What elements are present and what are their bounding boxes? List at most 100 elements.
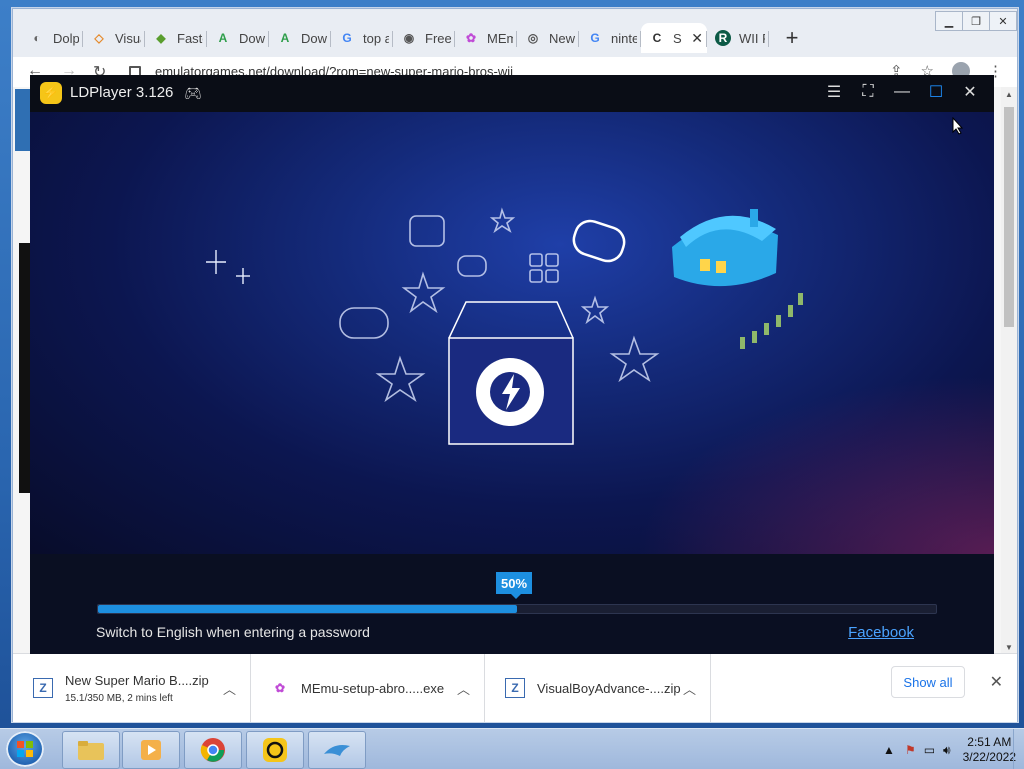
maximize-icon[interactable]: ☐ <box>926 82 946 102</box>
minimize-icon[interactable]: — <box>892 82 912 102</box>
download-name: VisualBoyAdvance-....zip <box>537 680 681 696</box>
star-icon <box>375 355 426 403</box>
restore-icon[interactable]: ❐ <box>962 11 990 31</box>
taskbar-explorer[interactable] <box>62 731 120 769</box>
download-item[interactable]: ✿ MEmu-setup-abro.....exe ︿ <box>251 654 485 722</box>
chevron-up-icon[interactable]: ︿ <box>223 679 236 698</box>
google-icon: G <box>342 31 352 45</box>
close-download-bar-icon[interactable]: ✕ <box>990 672 1003 692</box>
download-info: New Super Mario B....zip 15.1/350 MB, 2 … <box>65 673 209 704</box>
close-icon[interactable]: ✕ <box>960 82 980 102</box>
network-icon[interactable]: ▭ <box>924 743 935 757</box>
download-item[interactable]: Z New Super Mario B....zip 15.1/350 MB, … <box>13 654 251 722</box>
gamepad-small-icon <box>457 255 487 277</box>
scroll-up-icon[interactable]: ▲ <box>1005 90 1013 99</box>
star-icon <box>609 335 660 383</box>
close-tab-icon[interactable]: ✕ <box>691 30 703 47</box>
download-name: New Super Mario B....zip <box>65 672 209 688</box>
download-item[interactable]: Z VisualBoyAdvance-....zip ︿ <box>485 654 711 722</box>
tab-free[interactable]: ◉ Free <box>393 23 455 53</box>
taskbar: ▲ ⚑ ▭ 🔊︎ 2:51 AM 3/22/2022 <box>0 728 1024 769</box>
download-status: 15.1/350 MB, 2 mins left <box>65 692 173 704</box>
tab-new[interactable]: ◎ New <box>517 23 579 53</box>
gamepad-white-icon <box>572 219 626 263</box>
sparkle-icon <box>206 250 250 284</box>
clock[interactable]: 2:51 AM 3/22/2022 <box>963 735 1016 765</box>
mouse-cursor-icon <box>952 117 964 135</box>
ldplayer-controls: ☰ ⛶ — ☐ ✕ <box>824 82 980 102</box>
start-button[interactable] <box>6 731 44 767</box>
globe-icon: ◉ <box>403 31 415 45</box>
window-controls: ▁ ❐ ✕ <box>935 11 1017 31</box>
minimize-icon[interactable]: ▁ <box>935 11 963 31</box>
chevron-up-icon[interactable]: ︿ <box>457 679 470 698</box>
google-icon: G <box>590 31 600 45</box>
tab-dolphin[interactable]: ◐ Dolp <box>21 23 83 53</box>
show-all-button[interactable]: Show all <box>891 666 965 698</box>
progress-percent-badge: 50% <box>496 572 532 599</box>
scroll-down-icon[interactable]: ▼ <box>1005 643 1013 652</box>
password-hint-text: Switch to English when entering a passwo… <box>96 624 370 640</box>
progress-bar-fill <box>98 605 517 613</box>
visualboy-icon: ◇ <box>94 31 104 45</box>
loading-splash <box>30 112 994 554</box>
ldplayer-title: LDPlayer 3.126 <box>70 84 174 101</box>
star-icon <box>580 295 610 325</box>
chrome-icon <box>200 738 225 762</box>
android-icon <box>409 215 445 247</box>
tab-visualboy[interactable]: ◇Visua <box>83 23 145 53</box>
tab-wii[interactable]: RWII R <box>707 23 769 53</box>
action-center-icon[interactable]: ⚑ <box>905 743 916 757</box>
star-icon <box>401 271 446 314</box>
progress-bar <box>97 604 937 614</box>
chrome-icon: ◎ <box>527 31 539 45</box>
dolphin-icon <box>324 745 350 756</box>
tab-google-top[interactable]: Gtop a <box>331 23 393 53</box>
apk-icon: A <box>218 31 228 45</box>
tray-expand-icon[interactable]: ▲ <box>883 743 895 757</box>
apk-icon: A <box>280 31 290 45</box>
close-icon[interactable]: ✕ <box>989 11 1017 31</box>
memu-icon: ✿ <box>465 31 477 45</box>
r-icon: R <box>715 30 731 46</box>
taskbar-ldplayer[interactable] <box>246 731 304 769</box>
gamepad-outline-icon <box>339 307 389 339</box>
ldplayer-box-icon <box>448 301 574 445</box>
zip-file-icon: Z <box>505 678 525 698</box>
ldplayer-icon <box>263 738 287 762</box>
folder-icon <box>78 741 104 760</box>
tab-google-nintendo[interactable]: Gninte <box>579 23 641 53</box>
tab-memu[interactable]: ✿ MEm <box>455 23 517 53</box>
new-tab-button[interactable]: + <box>777 23 807 53</box>
memu-icon: ✿ <box>274 681 286 695</box>
hamburger-menu-icon[interactable]: ☰ <box>824 82 844 102</box>
tab-download-1[interactable]: A Dow <box>207 23 269 53</box>
media-player-icon <box>141 740 161 760</box>
system-tray: ▲ ⚑ ▭ 🔊︎ 2:51 AM 3/22/2022 <box>883 735 1016 765</box>
apps-grid-icon <box>529 253 543 267</box>
taskbar-chrome[interactable] <box>184 731 242 769</box>
ldplayer-window: ⚡ LDPlayer 3.126 🎮︎ ☰ ⛶ — ☐ ✕ 50% Switch… <box>30 75 994 654</box>
tab-active[interactable]: C S ✕ <box>641 23 707 53</box>
taskbar-media-player[interactable] <box>122 731 180 769</box>
gamepad-icon[interactable]: 🎮︎ <box>184 85 202 102</box>
ldplayer-logo-icon: ⚡ <box>40 82 62 104</box>
scroll-thumb[interactable] <box>1004 107 1014 327</box>
download-name: MEmu-setup-abro.....exe <box>301 680 445 696</box>
house-illustration <box>672 209 803 349</box>
clock-time: 2:51 AM <box>967 735 1012 749</box>
volume-icon[interactable]: 🔊︎ <box>943 743 951 758</box>
taskbar-dolphin[interactable] <box>308 731 366 769</box>
chevron-up-icon[interactable]: ︿ <box>683 679 696 698</box>
show-desktop-button[interactable] <box>1013 729 1024 769</box>
tab-download-2[interactable]: A Dow <box>269 23 331 53</box>
site-icon: C <box>652 31 662 45</box>
page-scrollbar[interactable]: ▲ ▼ <box>1001 87 1017 655</box>
fullscreen-icon[interactable]: ⛶ <box>858 82 878 102</box>
dolphin-icon: ◐ <box>33 31 41 45</box>
star-icon <box>489 207 516 234</box>
tab-bluestacks[interactable]: ◆Faste <box>145 23 207 53</box>
splash-artwork <box>206 207 803 445</box>
facebook-link[interactable]: Facebook <box>848 624 914 641</box>
bluestacks-icon: ◆ <box>156 31 166 45</box>
